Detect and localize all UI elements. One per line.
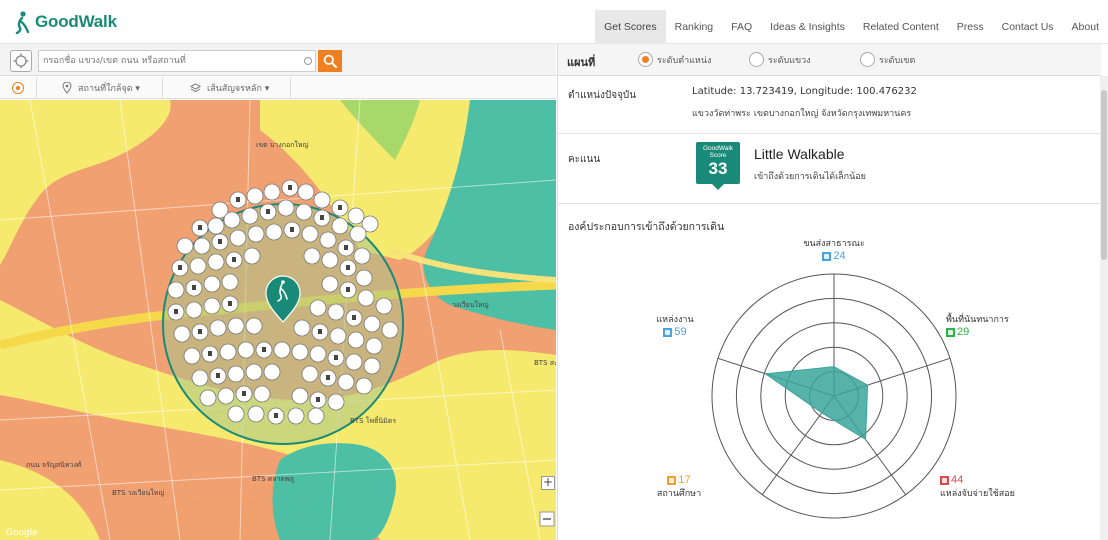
badge-pointer — [712, 184, 724, 190]
axis-name-shopping: แหล่งจับจ่ายใช้สอย — [940, 489, 1015, 499]
axis-value-recreation: 29 — [946, 326, 1026, 338]
nav-related-content[interactable]: Related Content — [854, 10, 948, 44]
route-filter[interactable]: เส้นสัญจรหลัก ▾ — [190, 77, 269, 99]
jobs-square-icon — [663, 327, 673, 337]
level-label: แผนที่ — [567, 56, 596, 69]
axis-label-shopping: 44 แหล่งจับจ่ายใช้สอย — [940, 474, 1024, 500]
logo-text: GoodWalk — [35, 12, 117, 31]
divider — [36, 77, 37, 99]
axis-name-transit: ขนส่งสาธารณะ — [803, 239, 865, 249]
nav-ranking[interactable]: Ranking — [666, 10, 723, 44]
axis-label-jobs: แหล่งงาน 59 — [640, 312, 710, 338]
shopping-square-icon — [940, 475, 949, 485]
components-title: องค์ประกอบการเข้าถึงด้วยการเดิน — [568, 221, 725, 233]
axis-value-jobs: 59 — [640, 326, 710, 338]
nav-ideas-insights[interactable]: Ideas & Insights — [761, 10, 854, 44]
radar-chart: ขนส่งสาธารณะ 24 พื้นที่นันทนาการ 29 44 แ… — [644, 234, 1024, 540]
map-label-bts-west: BTS วงเวียนใหญ่ — [112, 489, 165, 497]
axis-value-education: 17 — [644, 474, 714, 486]
score-row: คะแนน GoodWalk Score 33 Little Walkable … — [558, 134, 1101, 204]
axis-value-shopping-text: 44 — [951, 474, 964, 486]
clear-circle-icon[interactable] — [304, 57, 312, 65]
walking-person-icon — [15, 11, 30, 34]
search-bar — [0, 44, 556, 76]
location-pin-icon — [62, 82, 72, 94]
current-location-row: ตำแหน่งปัจจุบัน Latitude: 13.723419, Lon… — [558, 82, 1101, 134]
badge-title: GoodWalk Score — [702, 145, 734, 159]
axis-label-transit: ขนส่งสาธารณะ 24 — [784, 236, 884, 262]
nav-press[interactable]: Press — [948, 10, 993, 44]
search-button[interactable] — [318, 50, 342, 72]
walkability-title: Little Walkable — [754, 146, 845, 162]
location-coords: Latitude: 13.723419, Longitude: 100.4762… — [692, 86, 917, 97]
radar-score-polygon — [764, 366, 869, 441]
axis-label-recreation: พื้นที่นันทนาการ 29 — [946, 312, 1026, 338]
search-icon — [323, 54, 337, 68]
axis-name-recreation: พื้นที่นันทนาการ — [946, 315, 1009, 325]
results-panel: แผนที่ ระดับตำแหน่ง ระดับแขวง ระดับเขต ต… — [557, 44, 1108, 540]
score-label: คะแนน — [568, 154, 601, 165]
divider — [162, 77, 163, 99]
walkability-description: เข้าถึงด้วยการเดินได้เล็กน้อย — [754, 172, 866, 182]
map-label-bts-right: BTS สะพาน — [534, 359, 556, 367]
radio-dot[interactable] — [860, 52, 875, 67]
locate-button[interactable] — [10, 50, 32, 72]
nav-about[interactable]: About — [1063, 10, 1108, 44]
location-address: แขวงวัดท่าพระ เขตบางกอกใหญ่ จังหวัดกรุงเ… — [692, 109, 912, 119]
axis-value-education-text: 17 — [678, 474, 691, 486]
radio-dot[interactable] — [749, 52, 764, 67]
nav-faq[interactable]: FAQ — [722, 10, 761, 44]
radio-subdistrict-level[interactable]: ระดับแขวง — [749, 52, 811, 67]
main-nav: Get Scores Ranking FAQ Ideas & Insights … — [595, 10, 1108, 44]
map-label-road: ถนน จรัญสนิทวงศ์ — [26, 461, 82, 469]
transit-square-icon — [822, 251, 832, 261]
radio-dot-selected[interactable] — [638, 52, 653, 67]
radio-location-level[interactable]: ระดับตำแหน่ง — [638, 52, 711, 67]
filter-bar: สถานที่ใกล้จุด ▾ เส้นสัญจรหลัก ▾ — [0, 77, 556, 99]
axis-name-education: สถานศึกษา — [656, 489, 702, 499]
radio-district-label: ระดับเขต — [879, 55, 916, 66]
zoom-in-button[interactable]: + — [541, 476, 555, 490]
radio-district-level[interactable]: ระดับเขต — [860, 52, 915, 67]
map-label-bts-mid: BTS โพธิ์นิมิตร — [350, 417, 397, 425]
axis-value-transit-text: 24 — [833, 250, 846, 262]
logo[interactable]: GoodWalk — [12, 10, 117, 34]
nav-get-scores[interactable]: Get Scores — [595, 10, 666, 44]
radio-subdistrict-label: ระดับแขวง — [768, 55, 811, 66]
map-label-district: เขต บางกอกใหญ่ — [256, 141, 309, 149]
axis-label-education: 17 สถานศึกษา — [644, 474, 714, 500]
nav-contact-us[interactable]: Contact Us — [993, 10, 1063, 44]
goodwalk-score-badge: GoodWalk Score 33 — [696, 142, 740, 184]
current-location-label: ตำแหน่งปัจจุบัน — [568, 90, 637, 101]
radio-location-label: ระดับตำแหน่ง — [657, 55, 712, 66]
map-label-bts-low: BTS ตลาดพลู — [252, 475, 294, 483]
axis-value-transit: 24 — [784, 250, 884, 262]
top-header: GoodWalk Get Scores Ranking FAQ Ideas & … — [0, 0, 1108, 44]
places-filter[interactable]: สถานที่ใกล้จุด ▾ — [62, 77, 140, 99]
panel-scroll-thumb[interactable] — [1101, 90, 1107, 260]
crosshair-icon — [13, 53, 29, 69]
places-filter-label: สถานที่ใกล้จุด ▾ — [78, 84, 140, 94]
map-view[interactable]: + เขต บางกอกใหญ่ วงเวียนใหญ่ BTS สะพาน B… — [0, 100, 556, 540]
route-filter-label: เส้นสัญจรหลัก ▾ — [207, 84, 270, 94]
recreation-square-icon — [946, 327, 955, 337]
search-input[interactable] — [38, 50, 316, 72]
map-watermark: Google — [6, 528, 38, 538]
layers-icon — [190, 82, 201, 92]
education-square-icon — [667, 475, 677, 485]
badge-score: 33 — [708, 159, 728, 178]
axis-value-shopping: 44 — [940, 474, 1024, 486]
target-toggle-icon[interactable] — [12, 82, 24, 94]
level-selector: แผนที่ ระดับตำแหน่ง ระดับแขวง ระดับเขต — [558, 44, 1101, 76]
divider — [290, 77, 291, 99]
map-label-station: วงเวียนใหญ่ — [452, 301, 489, 309]
axis-value-recreation-text: 29 — [957, 326, 970, 338]
axis-name-jobs: แหล่งงาน — [656, 315, 694, 325]
axis-value-jobs-text: 59 — [674, 326, 687, 338]
